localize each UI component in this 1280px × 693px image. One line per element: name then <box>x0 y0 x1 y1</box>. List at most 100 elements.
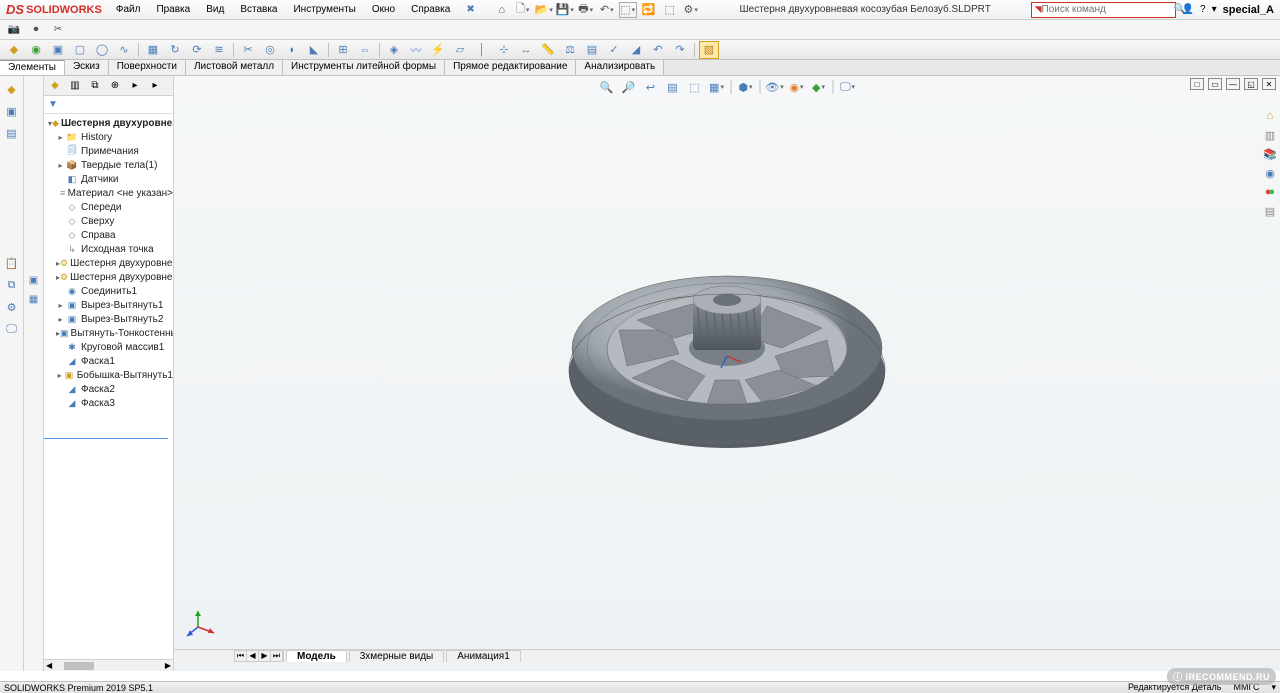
hud-settings-icon[interactable]: 🖵 <box>838 78 858 96</box>
cmdtab-surfaces[interactable]: Поверхности <box>109 60 186 75</box>
tb-spline-icon[interactable]: ∿ <box>114 41 134 59</box>
save-icon[interactable]: 💾 <box>556 2 574 18</box>
menu-tools[interactable]: Инструменты <box>285 4 363 15</box>
search-commands[interactable]: ◥ 🔍 <box>1031 2 1176 18</box>
tb-coord-icon[interactable]: ⊹ <box>494 41 514 59</box>
ls-pm-icon[interactable]: ⧉ <box>3 276 21 294</box>
tb-sweep-icon[interactable]: ⟳ <box>187 41 207 59</box>
vp-rest-icon[interactable]: ◱ <box>1244 78 1258 90</box>
tb-mass-icon[interactable]: ⚖ <box>560 41 580 59</box>
tree-item[interactable]: ▸📦Твердые тела(1) <box>44 158 173 172</box>
hud-hide-icon[interactable]: 👁 <box>765 78 785 96</box>
hud-appearance-icon[interactable]: ◉ <box>787 78 807 96</box>
tb-chamfer-icon[interactable]: ◣ <box>304 41 324 59</box>
ls-part-icon[interactable]: ◆ <box>3 80 21 98</box>
tb-section-icon[interactable]: ▤ <box>582 41 602 59</box>
cmdtab-analyze[interactable]: Анализировать <box>576 60 664 75</box>
tree-item[interactable]: 🗐Примечания <box>44 144 173 158</box>
viewport[interactable]: □ ▭ — ◱ ✕ 🔍 🔎 ↩ ▤ ⬚ ▦ ⬢ 👁 ◉ ◆ 🖵 ⌂ ▥ <box>174 76 1280 671</box>
rs-lib-icon[interactable]: 📚 <box>1262 146 1278 162</box>
th-arrow2-icon[interactable]: ▸ <box>146 78 164 94</box>
rs-appear-icon[interactable]: ●● <box>1262 184 1278 200</box>
tree-item[interactable]: ≡Материал <не указан> <box>44 186 173 200</box>
menu-insert[interactable]: Вставка <box>232 4 285 15</box>
tb-chain-icon[interactable]: ◉ <box>26 41 46 59</box>
vp-close-icon[interactable]: ✕ <box>1262 78 1276 90</box>
ls-cfg-icon[interactable]: ⚙ <box>3 298 21 316</box>
ls-disp-icon[interactable]: 🖵 <box>3 320 21 338</box>
vp-max-icon[interactable]: □ <box>1190 78 1204 90</box>
tree-item[interactable]: ◢Фаска2 <box>44 382 173 396</box>
tb-undo2-icon[interactable]: ↶ <box>648 41 668 59</box>
tree-item[interactable]: ▸▣Вытянуть-Тонкостенный <box>44 326 173 340</box>
tree-item[interactable]: ▸▣Вырез-Вытянуть1 <box>44 298 173 312</box>
vp-tile-icon[interactable]: ▭ <box>1208 78 1222 90</box>
vp-min-icon[interactable]: — <box>1226 78 1240 90</box>
tb-extrude-icon[interactable]: ▦ <box>143 41 163 59</box>
hud-display-icon[interactable]: ⬢ <box>736 78 756 96</box>
new-icon[interactable]: 🗋 <box>514 2 532 18</box>
th-ds-icon[interactable]: ⊕ <box>106 78 124 94</box>
hud-zoomarea-icon[interactable]: 🔎 <box>619 78 639 96</box>
rebuild-icon[interactable]: 🔁 <box>640 2 658 18</box>
tree-item[interactable]: ◉Соединить1 <box>44 284 173 298</box>
tb-mirror-icon[interactable]: ⇔ <box>355 41 375 59</box>
tab-nav[interactable]: ⏮◀▶⏭ <box>234 650 284 662</box>
filter-icon[interactable]: ▼ <box>48 99 58 110</box>
tree-item[interactable]: ▸⚙Шестерня двухуровневая <box>44 256 173 270</box>
bottom-tab-3dviews[interactable]: 3хмерные виды <box>349 650 445 662</box>
tb-circle-icon[interactable]: ◯ <box>92 41 112 59</box>
tree-root[interactable]: ▾ ◆ Шестерня двухуровневая косо <box>44 116 173 130</box>
select-icon[interactable]: ⬚ <box>619 2 637 18</box>
tb-cut-icon[interactable]: ✂ <box>238 41 258 59</box>
hud-view-icon[interactable]: ▦ <box>707 78 727 96</box>
tb-revolve-icon[interactable]: ↻ <box>165 41 185 59</box>
rs-res-icon[interactable]: ▥ <box>1262 127 1278 143</box>
bottom-tab-model[interactable]: Модель <box>286 650 347 662</box>
rs-view-icon[interactable]: ◉ <box>1262 165 1278 181</box>
cmdtab-sketch[interactable]: Эскиз <box>65 60 109 75</box>
cmdtab-moldtools[interactable]: Инструменты литейной формы <box>283 60 445 75</box>
tb-instant-icon[interactable]: ⚡ <box>428 41 448 59</box>
tb-draft-icon[interactable]: ◢ <box>626 41 646 59</box>
tree-item[interactable]: ◇Спереди <box>44 200 173 214</box>
hud-zoomfit-icon[interactable]: 🔍 <box>597 78 617 96</box>
menu-window[interactable]: Окно <box>364 4 403 15</box>
tb-plane-icon[interactable]: ▱ <box>450 41 470 59</box>
screenshot-icon[interactable]: 📷 <box>6 23 22 37</box>
hud-section-icon[interactable]: ▤ <box>663 78 683 96</box>
open-icon[interactable]: 📂 <box>535 2 553 18</box>
th-arrow-icon[interactable]: ▸ <box>126 78 144 94</box>
hud-scene-icon[interactable]: ◆ <box>809 78 829 96</box>
user-icon[interactable]: 👤 <box>1182 4 1194 15</box>
tb-redo-icon[interactable]: ↷ <box>670 41 690 59</box>
hud-prev-icon[interactable]: ↩ <box>641 78 661 96</box>
tree-item[interactable]: ▸📁History <box>44 130 173 144</box>
tb-select-icon[interactable]: ◆ <box>4 41 24 59</box>
tb-hole-icon[interactable]: ◎ <box>260 41 280 59</box>
tb-loft-icon[interactable]: ≋ <box>209 41 229 59</box>
menu-file[interactable]: Файл <box>108 4 149 15</box>
tb-check-icon[interactable]: ✓ <box>604 41 624 59</box>
th-cfg-icon[interactable]: ⧉ <box>86 78 104 94</box>
print-icon[interactable]: 🖶 <box>577 2 595 18</box>
ls-fm-icon[interactable]: 📋 <box>3 254 21 272</box>
record-icon[interactable]: ⏺ <box>28 23 44 37</box>
tree-scrollbar[interactable]: ◀ ▶ <box>44 659 173 671</box>
tb-ref-icon[interactable]: ◈ <box>384 41 404 59</box>
home-icon[interactable]: ⌂ <box>493 2 511 18</box>
th-fm-icon[interactable]: ◆ <box>46 78 64 94</box>
ls-draw-icon[interactable]: ▤ <box>3 124 21 142</box>
tb-measure-icon[interactable]: 📏 <box>538 41 558 59</box>
menu-pin-icon[interactable]: ✖ <box>458 4 482 15</box>
tb-dim-icon[interactable]: ↔ <box>516 41 536 59</box>
bottom-tab-motion[interactable]: Анимация1 <box>446 650 521 662</box>
search-input[interactable] <box>1042 4 1174 15</box>
rs-home-icon[interactable]: ⌂ <box>1262 108 1278 124</box>
help-icon[interactable]: ? <box>1200 4 1206 15</box>
tb-curve-icon[interactable]: 〰 <box>406 41 426 59</box>
tree-item[interactable]: ↳Исходная точка <box>44 242 173 256</box>
rs-prop-icon[interactable]: ▤ <box>1262 203 1278 219</box>
undo-icon[interactable]: ↶ <box>598 2 616 18</box>
cmdtab-features[interactable]: Элементы <box>0 60 65 75</box>
